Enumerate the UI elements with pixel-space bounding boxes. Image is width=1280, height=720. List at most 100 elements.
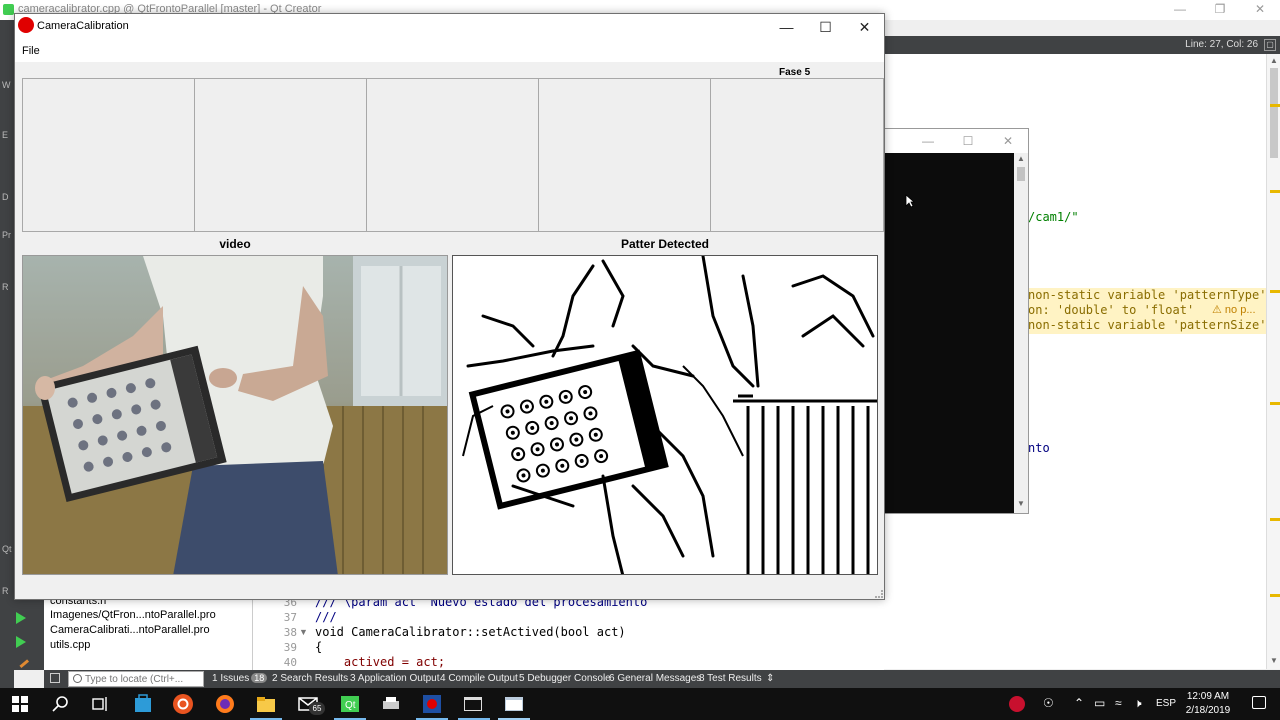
file-explorer-icon[interactable] [255,693,277,715]
locator-field[interactable] [68,671,204,687]
console-close-button[interactable]: ✕ [988,129,1028,153]
output-tab-application-output[interactable]: 3 Application Output [350,673,440,684]
warning-marker [1270,290,1280,293]
output-tab-general-messages[interactable]: 6 General Messages [609,673,701,684]
console-titlebar[interactable]: — ☐ ✕ [885,129,1028,153]
warning-marker [1270,518,1280,521]
issues-count-badge: 18 [251,673,268,683]
scroll-down-icon[interactable]: ▼ [1267,656,1280,665]
warning-marker [1270,402,1280,405]
store-icon[interactable] [132,693,154,715]
scroll-down-icon[interactable]: ▼ [1014,499,1028,508]
output-tab-issues[interactable]: 1 Issues 18 [212,673,268,684]
mode-run[interactable]: R [2,586,9,596]
action-center-icon[interactable] [1252,696,1266,709]
search-icon[interactable] [50,693,72,715]
mode-selector-bar: W E D Pr R Qt R [0,20,14,688]
code-editor-lower[interactable]: 36 37 38 39 40 ▼ /// \param act Nuevo es… [252,594,884,670]
svg-text:Qt: Qt [345,700,356,711]
app-record-icon [18,17,34,33]
qtc-close-button[interactable]: ✕ [1240,0,1280,20]
sidebar-toggle-icon[interactable] [50,673,60,683]
console-maximize-button[interactable]: ☐ [948,129,988,153]
output-tab-test-results[interactable]: 8 Test Results [699,673,762,684]
video-feed [22,255,448,575]
pattern-label: Patter Detected [620,237,710,251]
output-pane-bar: 1 Issues 18 2 Search Results 3 Applicatio… [44,670,1280,688]
project-file-item[interactable]: utils.cpp [50,639,90,651]
thumbnail-slot [366,78,539,232]
console-taskbar-icon[interactable] [462,693,484,715]
editor-scrollbar[interactable]: ▲ ▼ [1266,54,1280,669]
language-indicator[interactable]: ESP [1156,698,1176,709]
clock[interactable]: 12:09 AM 2/18/2019 [1178,690,1238,718]
console-minimize-button[interactable]: — [908,129,948,153]
tray-overflow-chevron-icon[interactable]: ⌃ [1074,696,1084,710]
mode-design[interactable]: D [2,192,9,202]
output-tab-search-results[interactable]: 2 Search Results [272,673,348,684]
warning-hint[interactable]: ⚠ no p... [1212,303,1256,316]
scroll-up-icon[interactable]: ▲ [1014,154,1028,163]
people-icon[interactable]: ☉ [1043,696,1054,710]
app-titlebar[interactable]: CameraCalibration — ☐ ✕ [15,14,884,42]
warning-marker [1270,594,1280,597]
app-maximize-button[interactable]: ☐ [806,14,845,40]
warning-marker [1270,104,1280,107]
app-close-button[interactable]: ✕ [845,14,884,40]
task-view-icon[interactable] [89,693,111,715]
fold-chevron-icon[interactable]: ▼ [299,627,308,637]
mode-welcome[interactable]: W [2,80,11,90]
debug-run-icon[interactable] [16,636,26,648]
antivirus-tray-icon[interactable] [1006,693,1028,715]
menubar: File [15,42,884,62]
qtc-minimize-button[interactable]: — [1160,0,1200,20]
mode-kit[interactable]: Qt [2,544,12,554]
printer-icon[interactable] [380,693,402,715]
scrollbar-thumb[interactable] [1270,68,1278,158]
output-tab-compile-output[interactable]: 4 Compile Output [440,673,518,684]
mode-projects[interactable]: Pr [2,230,11,240]
app-minimize-button[interactable]: — [767,14,806,40]
qt-creator-taskbar-icon[interactable]: Qt [339,693,361,715]
qt-creator-logo-icon [3,4,14,15]
project-file-item[interactable]: CameraCalibrati...ntoParallel.pro [50,624,210,636]
windows-taskbar: 65 Qt ☉ ⌃ ▭ ≈ 🕨 ESP 12:09 AM 2/18/2019 [0,688,1280,720]
scrollbar-thumb[interactable] [1017,167,1025,181]
thumbnail-slot [22,78,195,232]
split-button[interactable]: ▢ [1264,39,1276,51]
line-number: 38 [283,626,297,639]
mouse-cursor-icon [905,194,915,208]
mode-help[interactable]: R [2,282,9,292]
editor-line: nto [1028,441,1050,455]
code-line: actived = act; [315,655,446,669]
clock-time: 12:09 AM [1186,691,1230,702]
build-hammer-icon[interactable] [14,653,30,669]
thumbnail-slot [538,78,711,232]
project-file-item[interactable]: Imagenes/QtFron...ntoParallel.pro [50,609,216,621]
ubuntu-icon[interactable] [172,693,194,715]
battery-icon[interactable]: ▭ [1094,696,1105,710]
scroll-up-icon[interactable]: ▲ [1267,56,1280,65]
firefox-icon[interactable] [214,693,236,715]
editor-line: /cam1/" [1028,210,1079,224]
run-buttons-panel [14,598,44,670]
locator-input[interactable] [85,672,201,686]
line-number: 39 [283,641,297,654]
output-tab-debugger-console[interactable]: 5 Debugger Console [519,673,611,684]
console-window[interactable]: — ☐ ✕ ▲ ▼ [884,128,1029,514]
editor-warning-line: on: 'double' to 'float' [1028,303,1195,317]
resize-grip-icon[interactable] [875,590,883,598]
mode-edit[interactable]: E [2,130,8,140]
menu-file[interactable]: File [20,44,42,58]
line-number: 37 [283,611,297,624]
output-tab-label: 1 Issues [212,673,250,684]
run-icon[interactable] [16,612,26,624]
console-scrollbar[interactable]: ▲ ▼ [1014,153,1028,513]
wifi-icon[interactable]: ≈ [1115,696,1122,710]
output-tabs-more-icon[interactable]: ⇕ [766,673,774,684]
window-taskbar-icon[interactable] [503,693,525,715]
camera-calibration-taskbar-icon[interactable] [421,693,443,715]
volume-icon[interactable]: 🕨 [1134,696,1142,711]
start-button[interactable] [12,696,28,712]
qtc-restore-button[interactable]: ❐ [1200,0,1240,20]
